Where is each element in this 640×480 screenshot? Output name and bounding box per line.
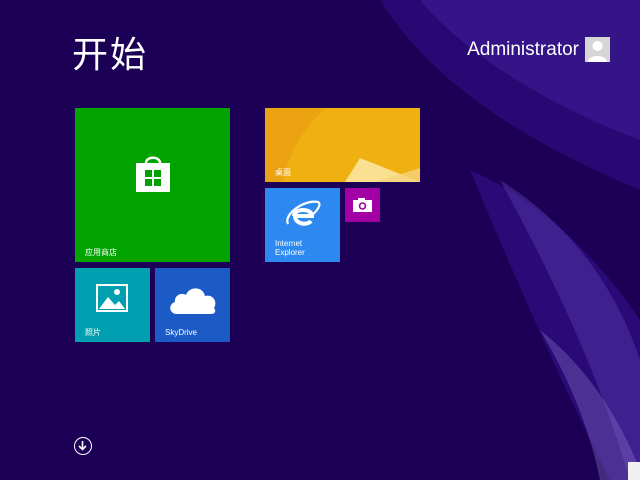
down-arrow-circle-icon xyxy=(78,441,87,451)
tile-ie-label: Internet Explorer xyxy=(275,239,305,257)
scroll-indicator[interactable] xyxy=(628,462,640,480)
cloud-icon xyxy=(167,282,219,320)
tile-photos-label: 照片 xyxy=(85,328,101,337)
user-silhouette-icon xyxy=(585,37,610,62)
tile-store-label: 应用商店 xyxy=(85,248,117,257)
tile-skydrive-label: SkyDrive xyxy=(165,328,198,337)
tile-camera[interactable] xyxy=(345,188,380,222)
tile-photos[interactable]: 照片 xyxy=(75,268,150,342)
shopping-bag-windows-icon xyxy=(135,154,171,196)
camera-icon xyxy=(352,197,373,217)
tile-internet-explorer[interactable]: Internet Explorer xyxy=(265,188,340,262)
tile-desktop-label: 桌面 xyxy=(275,168,291,177)
start-title: 开始 xyxy=(72,35,149,76)
tile-desktop[interactable]: 桌面 xyxy=(265,108,420,182)
all-apps-button[interactable] xyxy=(74,437,92,455)
tile-store[interactable]: 应用商店 xyxy=(75,108,230,262)
internet-explorer-icon xyxy=(285,199,321,237)
user-name: Administrator xyxy=(467,38,579,60)
tile-skydrive[interactable]: SkyDrive xyxy=(155,268,230,342)
picture-icon xyxy=(96,284,128,316)
user-account[interactable]: Administrator xyxy=(467,37,610,62)
